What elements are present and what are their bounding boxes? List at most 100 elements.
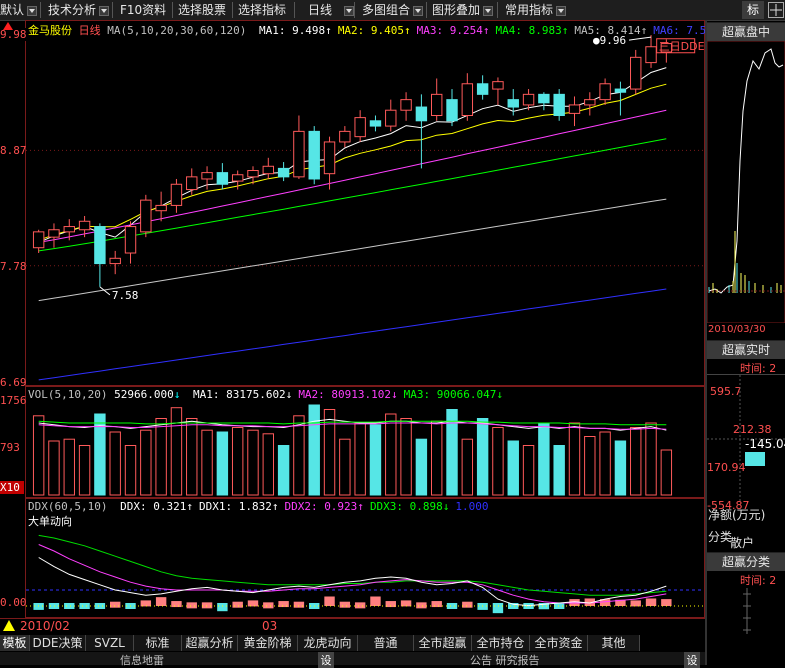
announcement-settings-button[interactable]: 设 — [684, 652, 700, 668]
bottom-tab[interactable]: 龙虎动向 — [298, 635, 358, 651]
candle-body — [201, 172, 213, 180]
grid-icon[interactable] — [768, 2, 784, 18]
price-y-tick: 7.78 — [0, 260, 27, 273]
toolbar-default-button[interactable]: 默认 — [0, 1, 38, 19]
info-settings-button[interactable]: 设 — [318, 652, 334, 668]
toolbar-divider — [172, 2, 173, 18]
date-label: 03 — [262, 619, 278, 633]
volume-bar — [461, 438, 474, 496]
candle-body — [354, 117, 366, 138]
ddx-y-tick: 0.00 — [0, 596, 27, 609]
category-label: 分类 — [708, 530, 733, 544]
info-bar: 信息地雷 设 公告 研究报告 设 — [0, 652, 705, 668]
candle-body — [614, 88, 627, 93]
candle-body — [446, 99, 458, 122]
ddx-line — [38, 557, 667, 607]
volume-bar — [660, 449, 673, 496]
bottom-tab[interactable]: 全市资金 — [530, 635, 588, 651]
candle-body — [492, 81, 504, 90]
realtime-panel: 595.7 212.38 -145.04 170.94 -554.87 — [707, 374, 785, 512]
toolbar-divider — [40, 2, 41, 18]
bottom-tab[interactable]: SVZL — [86, 635, 134, 651]
toolbar-tech-analysis-button[interactable]: 技术分析 — [48, 1, 110, 19]
toolbar-multi-chart-button[interactable]: 多图组合 — [362, 1, 424, 19]
chevron-down-icon[interactable] — [344, 5, 355, 16]
volume-bar — [216, 431, 229, 496]
candle-body — [323, 141, 336, 175]
candle-body — [94, 226, 106, 265]
toolbar-overlay-button[interactable]: 图形叠加 — [432, 1, 494, 19]
candle-body — [553, 93, 565, 117]
info-mine-label[interactable]: 信息地雷 — [120, 652, 164, 668]
warning-triangle-icon[interactable] — [3, 22, 13, 30]
top-toolbar: 默认 技术分析 F10资料 选择股票 选择指标 日线 多图组合 图形叠加 常用指… — [0, 0, 785, 21]
volume-bar — [155, 418, 167, 496]
vol-y-tick: 793 — [0, 441, 20, 454]
candle-body — [630, 56, 642, 90]
chevron-down-icon[interactable] — [413, 5, 424, 16]
right-panel-section-realtime[interactable]: 超赢实时 — [707, 340, 785, 359]
bottom-tab[interactable]: 其他 — [588, 635, 640, 651]
ddx-bar — [247, 600, 259, 607]
candle-body — [400, 99, 412, 111]
chevron-down-icon[interactable] — [556, 5, 567, 16]
dde-flag-label: 三日DDE — [659, 40, 704, 53]
toolbar-multi-chart-label: 多图组合 — [362, 3, 411, 17]
ddx-bar — [155, 597, 167, 606]
bottom-tab[interactable]: 标准 — [134, 635, 182, 651]
date-label: 2010/02 — [20, 619, 70, 633]
ddx-bar — [109, 601, 121, 608]
right-panel-section-intraday[interactable]: 超赢盘中 — [707, 22, 785, 41]
volume-bar — [201, 429, 213, 496]
toolbar-select-stock-button[interactable]: 选择股票 — [178, 1, 226, 19]
toolbar-period-button[interactable]: 日线 — [308, 1, 355, 19]
bottom-tab[interactable]: 全市持仓 — [472, 635, 530, 651]
volume-bar — [538, 422, 550, 496]
announcement-label[interactable]: 公告 研究报告 — [470, 652, 540, 668]
category-time-label: 时间: 2 — [740, 574, 777, 587]
bottom-tab[interactable]: 黄金阶梯 — [238, 635, 298, 651]
volume-bar — [446, 409, 458, 496]
ddx-bar — [431, 601, 442, 608]
price-y-tick: 6.69 — [0, 376, 27, 389]
volume-bar — [568, 422, 581, 496]
candle-body — [385, 109, 397, 127]
candle-body — [461, 83, 474, 117]
bottom-tab[interactable]: 普通 — [358, 635, 414, 651]
chevron-down-icon[interactable] — [27, 5, 38, 16]
candle-body — [247, 170, 259, 178]
ddx-bar — [492, 603, 504, 614]
bottom-tab[interactable]: 超赢分析 — [182, 635, 238, 651]
ddx-bar — [370, 596, 381, 606]
warning-icon[interactable] — [3, 620, 15, 631]
bottom-tab[interactable]: DDE决策 — [30, 635, 86, 651]
ma-line-ma6 — [38, 288, 667, 381]
ddx-bar — [263, 602, 274, 609]
toolbar-select-indicator-button[interactable]: 选择指标 — [238, 1, 286, 19]
candle-body — [308, 130, 320, 180]
candle-body — [507, 99, 519, 108]
right-panel-section-category[interactable]: 超赢分类 — [707, 552, 785, 571]
ddx-bar — [64, 603, 75, 609]
volume-bar — [262, 433, 275, 496]
right-panel-tab[interactable]: 标 — [742, 1, 764, 19]
candle-body — [48, 229, 60, 238]
ddx-bar — [354, 602, 366, 609]
volume-bar — [385, 413, 397, 496]
candle-body — [430, 93, 443, 117]
bottom-tab[interactable]: 全市超赢 — [414, 635, 472, 651]
toolbar-f10-button[interactable]: F10资料 — [120, 1, 166, 19]
candle-body — [262, 165, 275, 175]
chevron-down-icon[interactable] — [99, 5, 110, 16]
candle-body — [584, 99, 596, 106]
bottom-tab[interactable]: 模板 — [0, 635, 30, 651]
ddx-bar — [201, 602, 213, 609]
candle-body — [522, 93, 535, 106]
toolbar-overlay-label: 图形叠加 — [432, 3, 481, 17]
toolbar-common-indicators-button[interactable]: 常用指标 — [505, 1, 567, 19]
chevron-down-icon[interactable] — [483, 5, 494, 16]
volume-bar — [247, 429, 259, 496]
candle-body — [32, 231, 45, 249]
ddx-bar — [462, 601, 473, 608]
volume-bar — [614, 440, 627, 496]
